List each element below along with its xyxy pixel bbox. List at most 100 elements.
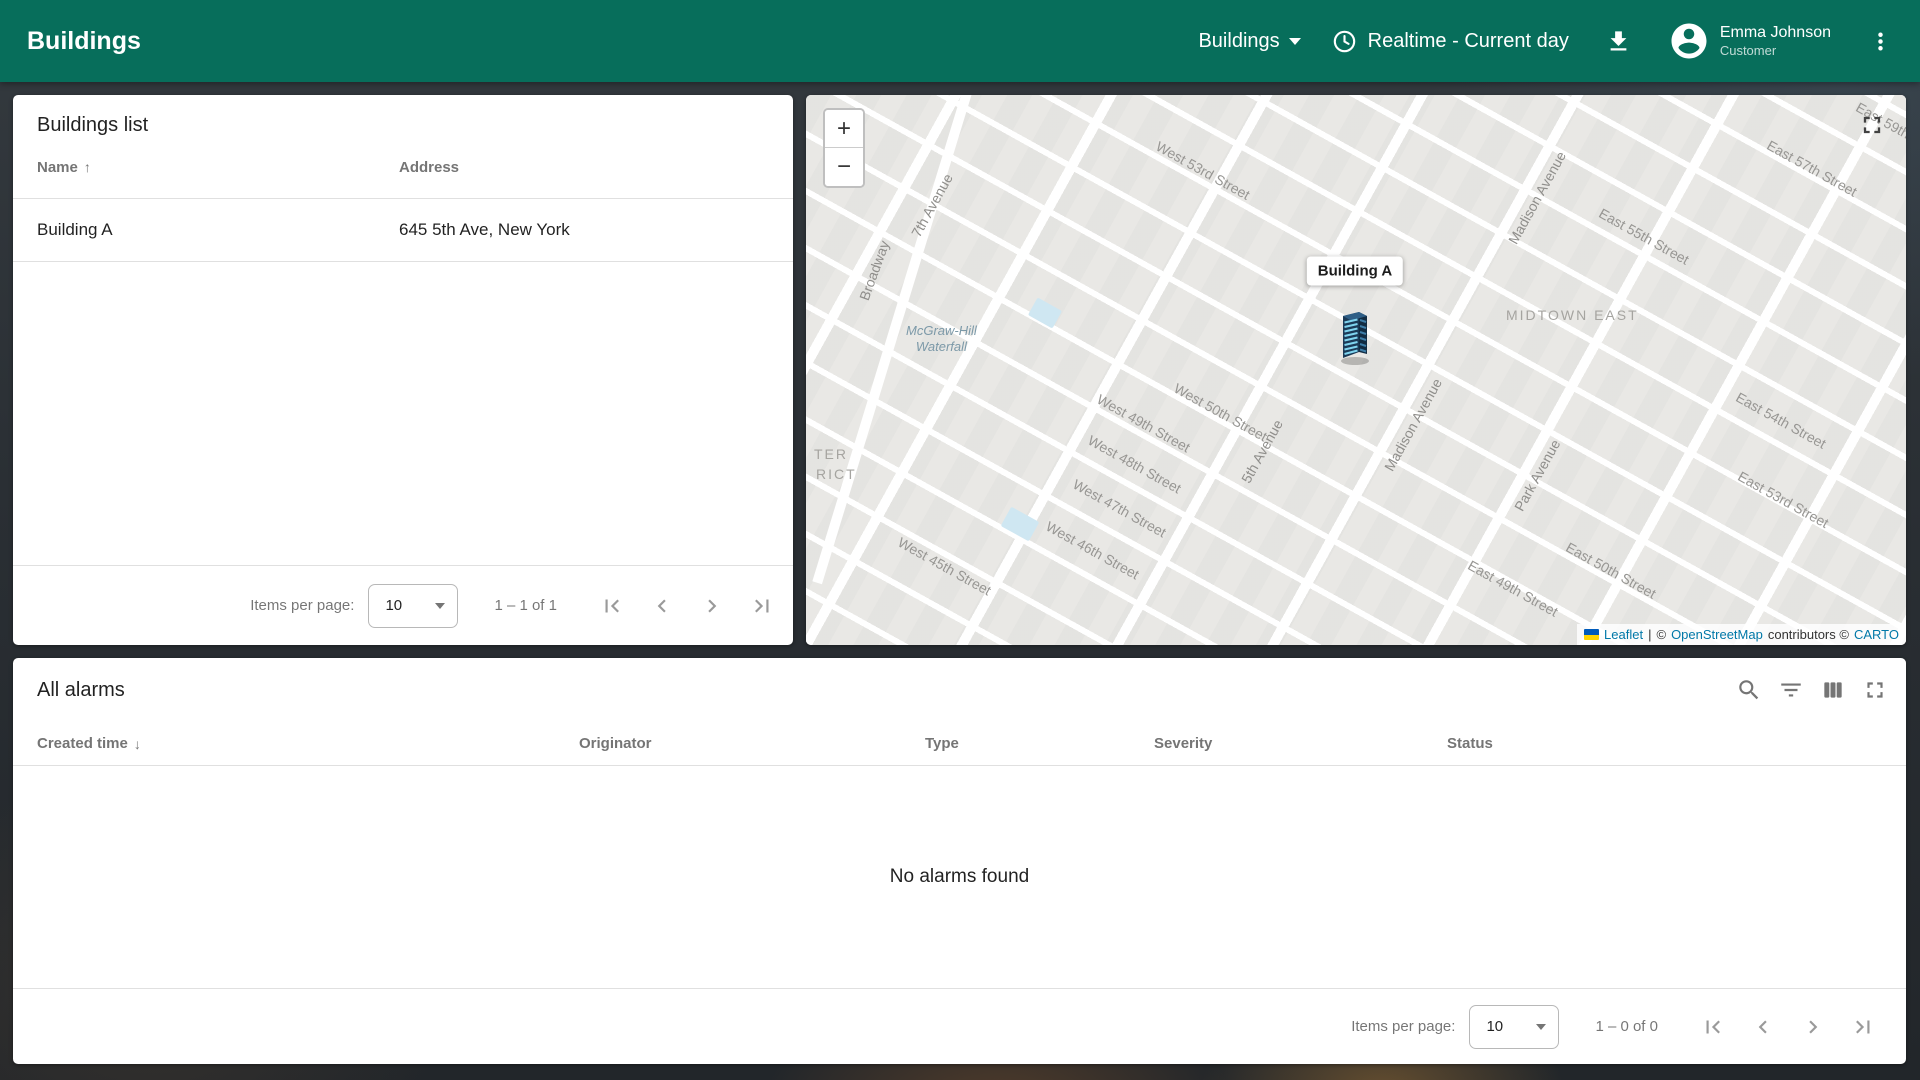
timewindow-button[interactable]: Realtime - Current day xyxy=(1331,28,1569,55)
map-street-label: West 45th Street xyxy=(895,534,994,599)
pagination-controls xyxy=(1696,1010,1880,1044)
alarms-paginator: Items per page: 10 1 – 0 of 0 xyxy=(13,988,1906,1064)
attribution-contributors: contributors © xyxy=(1767,627,1849,642)
user-menu[interactable]: Emma Johnson Customer xyxy=(1668,20,1831,62)
items-per-page-label: Items per page: xyxy=(250,597,355,614)
column-originator-label: Originator xyxy=(579,735,652,752)
first-page-button[interactable] xyxy=(1696,1010,1730,1044)
cell-building-name: Building A xyxy=(37,220,113,239)
column-header-status[interactable]: Status xyxy=(1447,735,1906,752)
column-severity-label: Severity xyxy=(1154,735,1213,752)
column-header-address[interactable]: Address xyxy=(399,159,793,176)
map-street-label: Park Avenue xyxy=(1511,436,1564,514)
map[interactable]: West 53rd Street East 57th Street East 59t… xyxy=(806,95,1906,645)
chevron-down-icon xyxy=(1536,1023,1547,1030)
download-icon xyxy=(1605,28,1632,55)
column-name-label: Name xyxy=(37,158,78,176)
chevron-down-icon xyxy=(1288,37,1301,45)
leaflet-link[interactable]: Leaflet xyxy=(1604,627,1643,642)
search-icon xyxy=(1736,677,1762,703)
page-size-select[interactable]: 10 xyxy=(368,583,459,628)
sort-desc-icon: ↓ xyxy=(133,735,141,752)
search-button[interactable] xyxy=(1728,669,1770,711)
map-street-label: TER xyxy=(814,446,848,462)
column-header-created-time[interactable]: Created time ↓ xyxy=(37,735,579,752)
user-name: Emma Johnson xyxy=(1719,23,1831,41)
map-street-label: West 49th Street xyxy=(1094,391,1193,456)
alarms-title: All alarms xyxy=(37,678,125,701)
sort-asc-icon: ↑ xyxy=(83,159,91,175)
column-type-label: Type xyxy=(925,735,959,752)
columns-button[interactable] xyxy=(1812,669,1854,711)
clock-icon xyxy=(1331,28,1358,55)
alarms-card: All alarms Created time ↓ Originator Typ… xyxy=(13,658,1906,1064)
map-street-label: East 55th Street xyxy=(1596,205,1692,268)
export-dashboard-button[interactable] xyxy=(1599,22,1638,61)
user-role: Customer xyxy=(1719,42,1777,58)
buildings-list-card: Buildings list Name ↑ Address Building A… xyxy=(13,95,793,645)
column-status-label: Status xyxy=(1447,735,1493,752)
map-street-label: 5th Avenue xyxy=(1238,416,1286,486)
filter-button[interactable] xyxy=(1770,669,1812,711)
first-page-button[interactable] xyxy=(595,589,629,623)
previous-page-button[interactable] xyxy=(645,589,679,623)
column-created-time-label: Created time xyxy=(37,735,128,752)
items-per-page-label: Items per page: xyxy=(1351,1018,1456,1035)
alarms-actions xyxy=(1728,669,1896,711)
map-street-label: West 48th Street xyxy=(1085,432,1184,497)
empty-state-text: No alarms found xyxy=(889,866,1030,887)
previous-page-button[interactable] xyxy=(1746,1010,1780,1044)
buildings-list-title: Buildings list xyxy=(37,114,149,136)
attribution-copyright: © xyxy=(1656,627,1667,642)
column-header-severity[interactable]: Severity xyxy=(1154,735,1447,752)
user-info: Emma Johnson Customer xyxy=(1720,23,1831,59)
pagination-controls xyxy=(595,589,779,623)
chevron-down-icon xyxy=(435,602,446,609)
map-street-label: Broadway xyxy=(856,238,893,303)
map-street-label: West 46th Street xyxy=(1043,518,1142,583)
page-range-label: 1 – 1 of 1 xyxy=(494,597,557,614)
next-page-button[interactable] xyxy=(1796,1010,1830,1044)
filter-icon xyxy=(1778,677,1804,703)
map-street-label: West 53rd Street xyxy=(1153,138,1253,203)
page-size-value: 10 xyxy=(1486,1018,1504,1035)
column-header-type[interactable]: Type xyxy=(925,735,1154,752)
table-empty-space xyxy=(13,262,793,565)
column-header-originator[interactable]: Originator xyxy=(579,735,925,752)
dashboard-state-select[interactable]: Buildings xyxy=(1198,30,1301,53)
alarms-table-body: No alarms found xyxy=(13,766,1906,988)
map-street-label: East 54th Street xyxy=(1733,389,1829,452)
last-page-button[interactable] xyxy=(1846,1010,1880,1044)
timewindow-label: Realtime - Current day xyxy=(1367,29,1569,52)
map-water xyxy=(1027,297,1063,329)
next-page-button[interactable] xyxy=(695,589,729,623)
column-address-label: Address xyxy=(399,158,460,176)
map-water xyxy=(1000,506,1040,542)
map-street-label: East 50th Street xyxy=(1563,539,1659,602)
zoom-out-button[interactable]: − xyxy=(825,148,863,186)
building-marker-icon[interactable] xyxy=(1333,306,1377,366)
zoom-in-button[interactable]: + xyxy=(825,110,863,148)
ukraine-flag-icon xyxy=(1584,629,1600,640)
widget-fullscreen-button[interactable] xyxy=(1854,669,1896,711)
more-menu-button[interactable] xyxy=(1861,22,1900,61)
header-bar: Buildings Buildings Realtime - Current d… xyxy=(0,0,1920,82)
dashboard-page: Buildings Buildings Realtime - Current d… xyxy=(0,0,1920,1080)
more-vert-icon xyxy=(1867,28,1894,55)
osm-link[interactable]: OpenStreetMap xyxy=(1671,627,1763,642)
map-fullscreen-button[interactable] xyxy=(1854,107,1890,146)
columns-icon xyxy=(1820,677,1846,703)
map-card: West 53rd Street East 57th Street East 59t… xyxy=(806,95,1906,645)
column-header-name[interactable]: Name ↑ xyxy=(37,159,399,176)
marker-tooltip[interactable]: Building A xyxy=(1306,256,1404,286)
table-row[interactable]: Building A 645 5th Ave, New York xyxy=(13,199,793,262)
map-street-label: East 57th Street xyxy=(1764,137,1860,200)
map-street-label: Madison Avenue xyxy=(1381,375,1446,474)
header-actions: Buildings Realtime - Current day Emma Jo… xyxy=(1198,20,1920,62)
buildings-table-header: Name ↑ Address xyxy=(13,136,793,199)
cell-building-address: 645 5th Ave, New York xyxy=(399,220,570,239)
page-size-select[interactable]: 10 xyxy=(1469,1004,1560,1049)
carto-link[interactable]: CARTO xyxy=(1854,627,1899,642)
last-page-button[interactable] xyxy=(745,589,779,623)
fullscreen-icon xyxy=(1862,677,1888,703)
